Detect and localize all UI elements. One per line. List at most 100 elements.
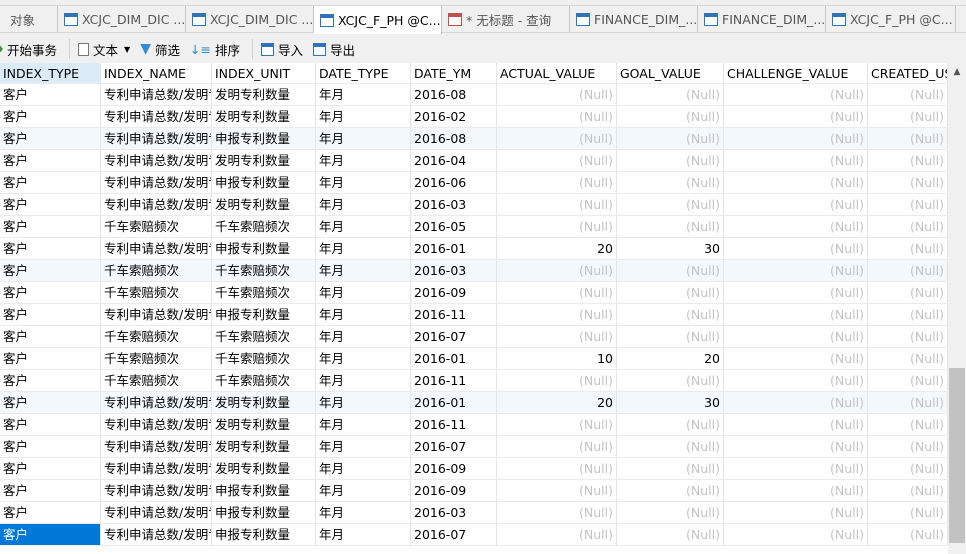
table-cell[interactable]: 专利申请总数/发明专 xyxy=(101,194,212,215)
table-cell[interactable]: 年月 xyxy=(316,216,411,237)
table-cell[interactable]: 2016-11 xyxy=(411,370,497,391)
table-cell[interactable]: 发明专利数量 xyxy=(212,84,316,105)
table-cell[interactable]: 年月 xyxy=(316,172,411,193)
tab-6[interactable]: FINANCE_DIM_... xyxy=(698,6,826,32)
table-cell[interactable]: 30 xyxy=(617,392,724,413)
table-cell[interactable]: 客户 xyxy=(0,216,101,237)
table-row[interactable]: 客户 专利申请总数/发明专 申报专利数量 年月 2016-11 (Null) (Null)(… xyxy=(0,304,948,326)
table-cell[interactable]: (Null) xyxy=(617,216,724,237)
table-cell[interactable]: 年月 xyxy=(316,106,411,127)
table-row[interactable]: 客户 专利申请总数/发明专 发明专利数量 年月 2016-04 (Null) (Null)(… xyxy=(0,150,948,172)
table-cell[interactable]: 客户 xyxy=(0,524,101,545)
table-cell[interactable]: (Null) xyxy=(617,84,724,105)
table-cell[interactable]: (Null) xyxy=(868,370,948,391)
table-cell[interactable]: (Null) xyxy=(724,106,868,127)
table-cell[interactable]: 申报专利数量 xyxy=(212,524,316,545)
table-cell[interactable]: (Null) xyxy=(497,194,617,215)
table-row[interactable]: 客户 专利申请总数/发明专 发明专利数量 年月 2016-03 (Null) (Null)(… xyxy=(0,194,948,216)
table-cell[interactable]: 年月 xyxy=(316,392,411,413)
table-cell[interactable]: (Null) xyxy=(497,414,617,435)
table-cell[interactable]: 年月 xyxy=(316,128,411,149)
table-cell[interactable]: 发明专利数量 xyxy=(212,106,316,127)
table-row[interactable]: 客户 千车索赔频次 千车索赔频次 年月 2016-05 (Null) (Null) (Null… xyxy=(0,216,948,238)
table-cell[interactable]: 年月 xyxy=(316,414,411,435)
table-cell[interactable]: 专利申请总数/发明专 xyxy=(101,524,212,545)
table-cell[interactable]: (Null) xyxy=(497,282,617,303)
table-cell[interactable]: (Null) xyxy=(868,458,948,479)
table-cell[interactable]: (Null) xyxy=(617,458,724,479)
table-cell[interactable]: 千车索赔频次 xyxy=(212,216,316,237)
table-cell[interactable]: 年月 xyxy=(316,370,411,391)
table-cell[interactable]: 2016-03 xyxy=(411,260,497,281)
table-cell[interactable]: 30 xyxy=(617,238,724,259)
table-cell[interactable]: 客户 xyxy=(0,106,101,127)
table-cell[interactable]: 客户 xyxy=(0,304,101,325)
table-cell[interactable]: (Null) xyxy=(868,480,948,501)
table-row[interactable]: 客户 专利申请总数/发明专 发明专利数量 年月 2016-09 (Null) (Null)(… xyxy=(0,458,948,480)
table-cell[interactable]: (Null) xyxy=(617,194,724,215)
table-cell[interactable]: 2016-09 xyxy=(411,282,497,303)
scrollbar-thumb[interactable] xyxy=(949,368,965,543)
table-cell[interactable]: (Null) xyxy=(617,480,724,501)
table-cell[interactable]: (Null) xyxy=(868,216,948,237)
table-cell[interactable]: (Null) xyxy=(724,524,868,545)
table-cell[interactable]: (Null) xyxy=(868,524,948,545)
table-cell[interactable]: (Null) xyxy=(868,436,948,457)
vertical-scrollbar[interactable]: ▲ xyxy=(948,63,966,554)
table-cell[interactable]: 年月 xyxy=(316,84,411,105)
import-button[interactable]: 导入 xyxy=(260,40,303,59)
table-cell[interactable]: (Null) xyxy=(724,238,868,259)
table-cell[interactable]: 千车索赔频次 xyxy=(101,260,212,281)
table-cell[interactable]: (Null) xyxy=(617,260,724,281)
table-cell[interactable]: 2016-11 xyxy=(411,414,497,435)
table-cell[interactable]: 2016-06 xyxy=(411,172,497,193)
table-cell[interactable]: 客户 xyxy=(0,436,101,457)
table-cell[interactable]: 专利申请总数/发明专 xyxy=(101,238,212,259)
table-cell[interactable]: (Null) xyxy=(868,304,948,325)
table-row[interactable]: 客户 专利申请总数/发明专 申报专利数量 年月 2016-08 (Null) (Null)(… xyxy=(0,128,948,150)
table-cell[interactable]: 客户 xyxy=(0,172,101,193)
table-cell[interactable]: (Null) xyxy=(724,84,868,105)
table-cell[interactable]: 2016-07 xyxy=(411,436,497,457)
table-cell[interactable]: 专利申请总数/发明专 xyxy=(101,128,212,149)
table-cell[interactable]: 发明专利数量 xyxy=(212,414,316,435)
table-cell[interactable]: (Null) xyxy=(497,436,617,457)
table-cell[interactable]: 年月 xyxy=(316,238,411,259)
table-cell[interactable]: 发明专利数量 xyxy=(212,458,316,479)
table-cell[interactable]: (Null) xyxy=(497,260,617,281)
table-cell[interactable]: (Null) xyxy=(724,260,868,281)
table-cell[interactable]: 千车索赔频次 xyxy=(101,370,212,391)
tab-1[interactable]: XCJC_DIM_DIC ... xyxy=(58,6,186,32)
table-cell[interactable]: (Null) xyxy=(497,84,617,105)
table-row[interactable]: 客户 千车索赔频次 千车索赔频次 年月 2016-11 (Null) (Null) (Null… xyxy=(0,370,948,392)
table-cell[interactable]: 发明专利数量 xyxy=(212,150,316,171)
table-cell[interactable]: (Null) xyxy=(868,150,948,171)
table-cell[interactable]: 专利申请总数/发明专 xyxy=(101,84,212,105)
table-cell[interactable]: 千车索赔频次 xyxy=(212,260,316,281)
table-cell[interactable]: 年月 xyxy=(316,304,411,325)
export-button[interactable]: 导出 xyxy=(312,40,355,59)
table-cell[interactable]: 发明专利数量 xyxy=(212,194,316,215)
table-cell[interactable]: (Null) xyxy=(868,414,948,435)
table-cell[interactable]: (Null) xyxy=(497,480,617,501)
table-cell[interactable]: (Null) xyxy=(868,260,948,281)
table-cell[interactable]: (Null) xyxy=(868,128,948,149)
column-header[interactable]: DATE_TYPE xyxy=(316,63,411,83)
table-cell[interactable]: (Null) xyxy=(724,282,868,303)
table-row[interactable]: 客户 专利申请总数/发明专 发明专利数量 年月 2016-01 20 30 (Null) (Nu… xyxy=(0,392,948,414)
table-cell[interactable]: 2016-09 xyxy=(411,458,497,479)
table-cell[interactable]: 客户 xyxy=(0,150,101,171)
table-cell[interactable]: 申报专利数量 xyxy=(212,238,316,259)
table-cell[interactable]: 客户 xyxy=(0,458,101,479)
column-header[interactable]: INDEX_TYPE xyxy=(0,63,101,83)
tab-0[interactable]: 对象 xyxy=(0,6,58,32)
table-cell[interactable]: (Null) xyxy=(724,216,868,237)
table-cell[interactable]: (Null) xyxy=(724,150,868,171)
column-header[interactable]: ACTUAL_VALUE xyxy=(497,63,617,83)
table-cell[interactable]: 2016-01 xyxy=(411,392,497,413)
tab-3[interactable]: XCJC_F_PH @C... xyxy=(314,6,442,34)
table-cell[interactable]: 客户 xyxy=(0,348,101,369)
table-cell[interactable]: 年月 xyxy=(316,282,411,303)
table-cell[interactable]: 客户 xyxy=(0,194,101,215)
table-row[interactable]: 客户 专利申请总数/发明专 申报专利数量 年月 2016-09 (Null) (Null)(… xyxy=(0,480,948,502)
